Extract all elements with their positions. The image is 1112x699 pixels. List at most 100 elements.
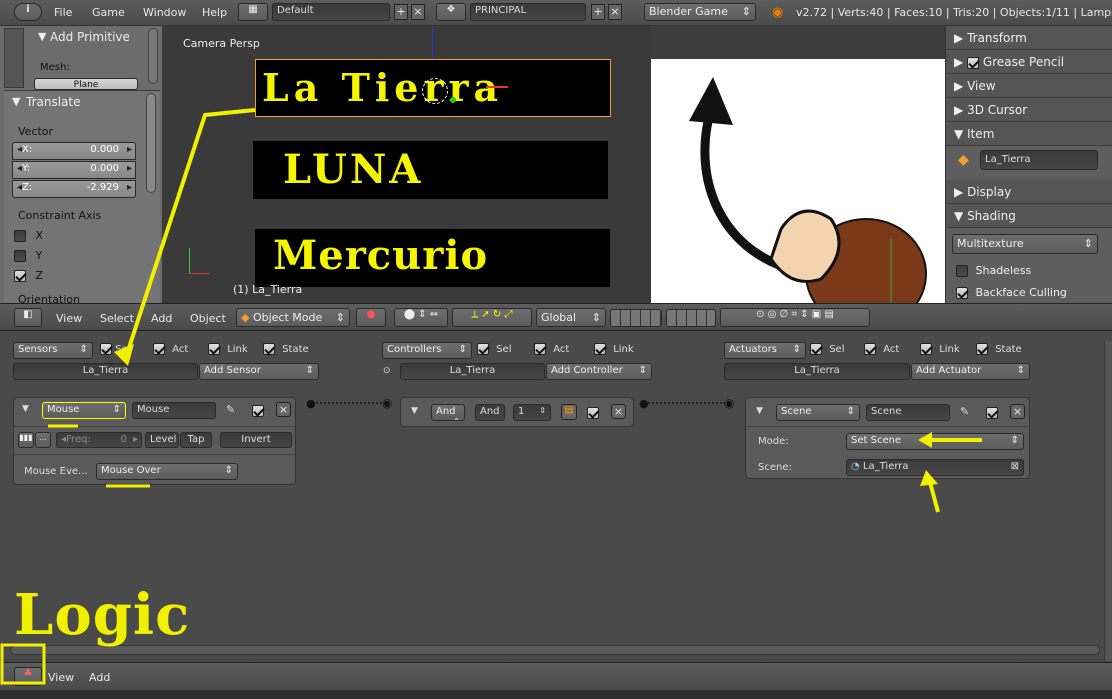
actuators-link-toggle[interactable]: Link: [920, 343, 960, 355]
actuator-name-field[interactable]: Scene: [866, 404, 950, 421]
actuator-delete-icon[interactable]: ×: [1010, 404, 1025, 419]
info-editor-button[interactable]: i: [14, 3, 42, 21]
level-button[interactable]: Level: [145, 432, 179, 448]
menu-add[interactable]: Add: [89, 671, 110, 684]
sensors-link-toggle[interactable]: Link: [208, 343, 248, 355]
actuators-state-toggle[interactable]: State: [976, 343, 1022, 355]
state-dot-icon[interactable]: ⊙: [383, 366, 391, 376]
item-name-field[interactable]: La_Tierra: [980, 150, 1098, 170]
actuators-select[interactable]: Actuators ⇕: [724, 342, 806, 359]
controllers-act-toggle[interactable]: Act: [534, 343, 569, 355]
tap-button[interactable]: Tap: [180, 432, 212, 448]
remove-scene-icon[interactable]: ×: [608, 4, 622, 20]
sensor-delete-icon[interactable]: ×: [276, 402, 291, 417]
controller-out-socket-icon[interactable]: ●: [639, 397, 649, 410]
logic-editor-type-button[interactable]: ♣: [14, 667, 42, 686]
controller-delete-icon[interactable]: ×: [611, 404, 626, 419]
backface-checkbox[interactable]: [956, 287, 968, 299]
actuators-act-toggle[interactable]: Act: [864, 343, 899, 355]
plane-button[interactable]: Plane: [34, 78, 138, 90]
vector-z-field[interactable]: ◂Z: -2.929 ▸: [12, 180, 136, 198]
section-shading[interactable]: ▼ Shading: [946, 204, 1112, 228]
3d-viewport[interactable]: Camera Persp La Tierra LUNA Mercurio (1)…: [163, 26, 945, 303]
bookmark-icon[interactable]: ▤: [561, 404, 577, 420]
add-actuator-select[interactable]: Add Actuator ⇕: [911, 363, 1030, 380]
planet-plane-mercurio[interactable]: Mercurio: [255, 229, 610, 287]
add-sensor-select[interactable]: Add Sensor ⇕: [199, 363, 319, 380]
shadeless-toggle[interactable]: Shadeless: [956, 264, 1031, 277]
controller-in-socket-icon[interactable]: ◉: [382, 396, 392, 410]
sensor-type-select[interactable]: Mouse ⇕: [42, 402, 126, 419]
section-grease-pencil[interactable]: ▶ Grease Pencil: [946, 50, 1112, 74]
menu-add[interactable]: Add: [151, 312, 172, 325]
menu-file[interactable]: File: [54, 6, 72, 19]
sensors-sel-toggle[interactable]: Sel: [100, 343, 130, 355]
pivot-button[interactable]: ⬤ ⇕ ⇔: [394, 308, 448, 327]
actuator-active-checkbox[interactable]: [986, 407, 998, 419]
shelf-tabs[interactable]: [4, 28, 24, 88]
scene-select[interactable]: PRINCIPAL: [470, 3, 586, 21]
controller-type-select[interactable]: And⇕: [431, 404, 465, 421]
menu-game[interactable]: Game: [92, 6, 125, 19]
menu-window[interactable]: Window: [143, 6, 186, 19]
section-transform[interactable]: ▶ Transform: [946, 26, 1112, 50]
menu-view[interactable]: View: [56, 312, 82, 325]
shading-mode-button[interactable]: ●: [356, 308, 386, 327]
pin-icon[interactable]: ✎: [226, 403, 235, 416]
collapse-icon[interactable]: ▼: [38, 30, 46, 43]
collapse-icon[interactable]: ▼: [411, 406, 418, 416]
scene-type-button[interactable]: ❖: [436, 3, 466, 21]
actuator-object-name[interactable]: La_Tierra: [724, 363, 910, 380]
layer-buttons-2[interactable]: [666, 309, 716, 327]
actuators-sel-toggle[interactable]: Sel: [810, 343, 844, 355]
checkbox-y[interactable]: [14, 250, 26, 262]
planet-plane-luna[interactable]: LUNA: [253, 141, 608, 199]
planet-plane-la-tierra[interactable]: La Tierra: [255, 59, 611, 117]
actuator-type-select[interactable]: Scene ⇕: [776, 404, 860, 421]
add-scene-icon[interactable]: +: [591, 4, 605, 20]
sensor-active-checkbox[interactable]: [252, 405, 264, 417]
menu-view[interactable]: View: [48, 671, 74, 684]
pin-icon[interactable]: ✎: [960, 405, 969, 418]
actuator-in-socket-icon[interactable]: ◉: [724, 396, 734, 410]
scene-target-field[interactable]: ◔ La_Tierra ⊠: [846, 459, 1024, 476]
section-display[interactable]: ▶ Display: [946, 180, 1112, 204]
controller-active-checkbox[interactable]: [587, 407, 599, 419]
sensor-object-name[interactable]: La_Tierra: [13, 363, 198, 380]
constraint-y[interactable]: Y: [14, 249, 42, 262]
sensors-select[interactable]: Sensors ⇕: [13, 342, 93, 359]
controllers-select[interactable]: Controllers ⇕: [382, 342, 472, 359]
collapse-icon[interactable]: ▼: [22, 404, 29, 414]
vector-y-field[interactable]: ◂Y: 0.000 ▸: [12, 161, 136, 179]
controller-name-field[interactable]: And: [475, 404, 505, 421]
invert-button[interactable]: Invert: [220, 432, 292, 448]
mode-select[interactable]: Set Scene ⇕: [846, 433, 1024, 450]
manipulator-buttons[interactable]: ⟂ ➚ ↻ ⤢: [452, 308, 532, 327]
freq-field[interactable]: ◂Freq: 0 ▸: [56, 432, 142, 448]
translate-scrollbar[interactable]: [146, 93, 156, 193]
menu-help[interactable]: Help: [202, 6, 227, 19]
add-layout-icon[interactable]: +: [394, 4, 408, 20]
logic-right-scrollbar[interactable]: [1104, 341, 1112, 661]
orientation-select[interactable]: Global ⇕: [536, 308, 606, 327]
sensor-link-socket-icon[interactable]: ●: [306, 397, 316, 410]
controller-object-name[interactable]: La_Tierra: [400, 363, 545, 380]
constraint-x[interactable]: X: [14, 229, 43, 242]
sensor-name-field[interactable]: Mouse: [132, 402, 216, 419]
grease-checkbox[interactable]: [967, 56, 980, 69]
controllers-sel-toggle[interactable]: Sel: [477, 343, 511, 355]
section-3d-cursor[interactable]: ▶ 3D Cursor: [946, 98, 1112, 122]
menu-object[interactable]: Object: [190, 312, 226, 325]
mouse-event-select[interactable]: Mouse Over ⇕: [96, 463, 238, 480]
section-item[interactable]: ▼ Item: [946, 122, 1112, 146]
shadeless-checkbox[interactable]: [956, 265, 968, 277]
sensors-act-toggle[interactable]: Act: [153, 343, 188, 355]
controller-state-field[interactable]: 1 ⇕: [513, 404, 551, 421]
menu-select[interactable]: Select: [100, 312, 134, 325]
checkbox-x[interactable]: [14, 230, 26, 242]
layer-buttons-1[interactable]: [610, 309, 662, 327]
controllers-link-toggle[interactable]: Link: [594, 343, 634, 355]
editor-type-button[interactable]: ◧: [14, 308, 42, 327]
clear-icon[interactable]: ⊠: [1011, 461, 1019, 472]
mode-select[interactable]: ◆ Object Mode ⇕: [236, 308, 350, 327]
